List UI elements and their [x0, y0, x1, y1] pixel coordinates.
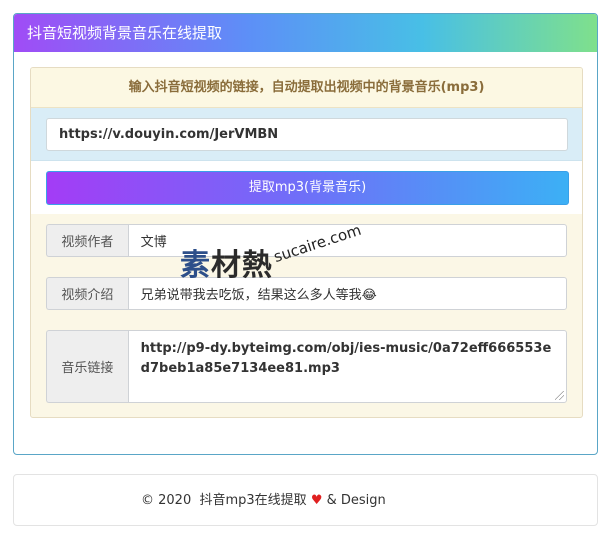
- music-link-textarea[interactable]: http://p9-dy.byteimg.com/obj/ies-music/0…: [127, 330, 567, 403]
- author-label: 视频作者: [46, 224, 128, 257]
- music-link-label: 音乐链接: [46, 330, 128, 403]
- video-url-input[interactable]: https://v.douyin.com/JerVMBN: [46, 118, 568, 151]
- description-label: 视频介绍: [46, 277, 128, 310]
- author-field: 视频作者 文博: [46, 224, 567, 257]
- extractor-panel: 抖音短视频背景音乐在线提取 输入抖音短视频的链接，自动提取出视频中的背景音乐(m…: [13, 13, 598, 455]
- panel-title: 抖音短视频背景音乐在线提取: [14, 14, 597, 52]
- instruction-notice: 输入抖音短视频的链接，自动提取出视频中的背景音乐(mp3): [31, 68, 582, 108]
- url-row: https://v.douyin.com/JerVMBN: [31, 108, 582, 161]
- button-row: 提取mp3(背景音乐): [31, 161, 582, 214]
- music-link-text: http://p9-dy.byteimg.com/obj/ies-music/0…: [140, 341, 552, 376]
- results-section: 视频作者 文博 视频介绍 兄弟说带我去吃饭，结果这么多人等我😂 音乐链接 htt…: [31, 214, 582, 403]
- extractor-card: 输入抖音短视频的链接，自动提取出视频中的背景音乐(mp3) https://v.…: [30, 67, 583, 418]
- extract-mp3-button[interactable]: 提取mp3(背景音乐): [46, 171, 569, 205]
- description-value[interactable]: 兄弟说带我去吃饭，结果这么多人等我😂: [127, 277, 567, 310]
- music-link-field: 音乐链接 http://p9-dy.byteimg.com/obj/ies-mu…: [46, 330, 567, 403]
- heart-icon: ♥: [310, 493, 323, 508]
- footer-copyright: © 2020: [141, 493, 192, 508]
- footer: © 2020 抖音mp3在线提取 ♥ & Design: [13, 474, 598, 526]
- description-field: 视频介绍 兄弟说带我去吃饭，结果这么多人等我😂: [46, 277, 567, 310]
- resize-handle-icon[interactable]: [555, 391, 564, 400]
- footer-site-name: 抖音mp3在线提取: [199, 493, 307, 508]
- footer-suffix: & Design: [326, 493, 386, 508]
- author-value[interactable]: 文博: [127, 224, 567, 257]
